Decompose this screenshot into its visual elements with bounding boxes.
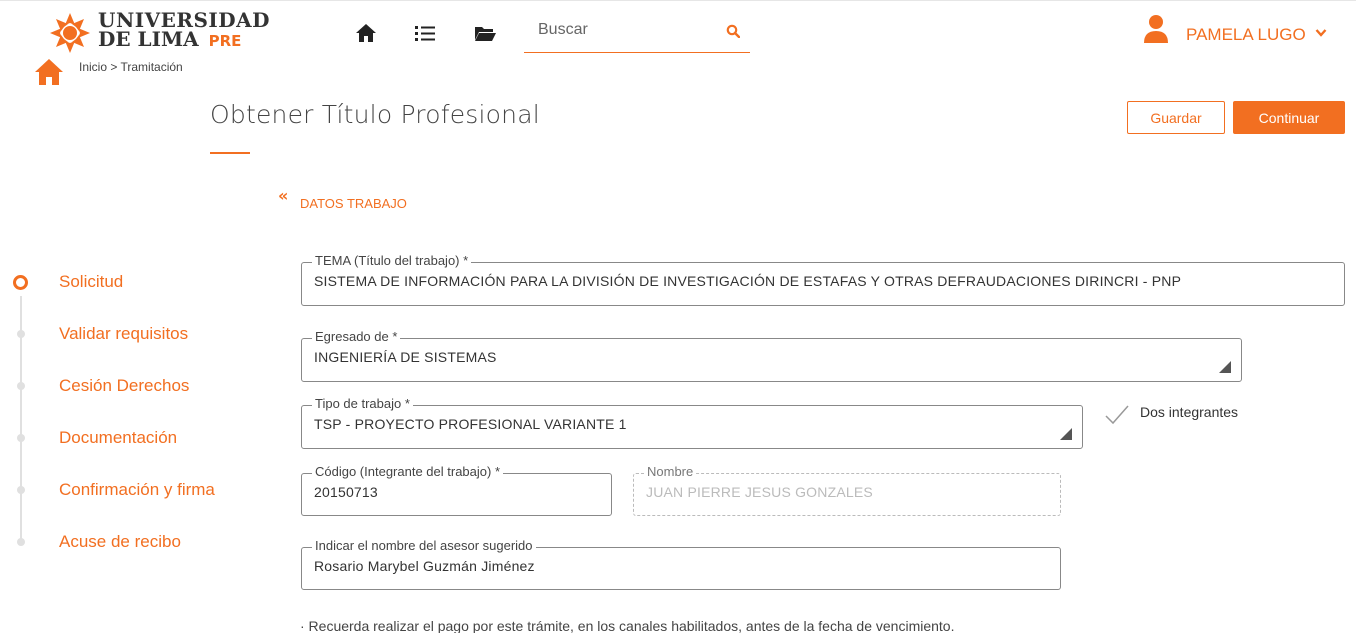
university-logo-icon[interactable]	[48, 11, 92, 55]
step-acuse[interactable]: Acuse de recibo	[0, 532, 260, 556]
step-dot-icon	[17, 434, 25, 442]
nombre-value: JUAN PIERRE JESUS GONZALES	[646, 484, 873, 500]
nombre-label: Nombre	[644, 464, 697, 479]
tema-label: TEMA (Título del trabajo) *	[312, 253, 472, 268]
user-icon[interactable]	[1142, 14, 1170, 44]
logo-text: UNIVERSIDAD DE LIMA PRE	[98, 10, 270, 51]
step-active-dot-icon	[13, 275, 28, 290]
home-icon[interactable]	[355, 23, 377, 43]
back-chevron-icon[interactable]: «	[278, 186, 288, 205]
step-solicitud[interactable]: Solicitud	[0, 272, 260, 296]
codigo-field[interactable]: Código (Integrante del trabajo) * 201507…	[301, 464, 612, 516]
continue-button[interactable]: Continuar	[1233, 101, 1345, 134]
page-title: Obtener Título Profesional	[210, 100, 540, 129]
step-dot-icon	[17, 330, 25, 338]
logo-line2: DE LIMA	[98, 27, 199, 51]
checkmark-icon[interactable]	[1104, 403, 1130, 427]
tipo-trabajo-label: Tipo de trabajo *	[312, 396, 413, 411]
tema-field[interactable]: TEMA (Título del trabajo) * SISTEMA DE I…	[301, 253, 1345, 306]
save-button[interactable]: Guardar	[1127, 101, 1225, 134]
codigo-label: Código (Integrante del trabajo) *	[312, 464, 504, 479]
dropdown-arrow-icon[interactable]	[1060, 428, 1072, 440]
step-documentacion[interactable]: Documentación	[0, 428, 260, 452]
payment-note: · Recuerda realizar el pago por este trá…	[300, 618, 955, 633]
search-input[interactable]	[538, 21, 728, 39]
dropdown-arrow-icon[interactable]	[1219, 361, 1231, 373]
step-validar-requisitos[interactable]: Validar requisitos	[0, 324, 260, 348]
top-bar: UNIVERSIDAD DE LIMAPRE PAMELA LUGO	[0, 0, 1356, 60]
step-label[interactable]: Confirmación y firma	[59, 480, 215, 500]
chevron-down-icon[interactable]	[1315, 28, 1327, 38]
egresado-select[interactable]: Egresado de * INGENIERÍA DE SISTEMAS	[301, 329, 1242, 382]
nombre-field: Nombre JUAN PIERRE JESUS GONZALES	[633, 464, 1061, 516]
asesor-label: Indicar el nombre del asesor sugerido	[312, 538, 536, 553]
step-confirmacion[interactable]: Confirmación y firma	[0, 480, 260, 504]
title-underline	[210, 152, 250, 154]
section-title: DATOS TRABAJO	[300, 196, 407, 211]
user-name[interactable]: PAMELA LUGO	[1186, 25, 1306, 45]
list-icon[interactable]	[414, 23, 436, 43]
step-dot-icon	[17, 538, 25, 546]
step-dot-icon	[17, 382, 25, 390]
home-icon[interactable]	[34, 58, 64, 86]
step-label[interactable]: Validar requisitos	[59, 324, 188, 344]
tipo-trabajo-value[interactable]: TSP - PROYECTO PROFESIONAL VARIANTE 1	[314, 416, 627, 432]
step-dot-icon	[17, 486, 25, 494]
asesor-value[interactable]: Rosario Marybel Guzmán Jiménez	[314, 558, 535, 574]
step-label[interactable]: Acuse de recibo	[59, 532, 181, 552]
step-label[interactable]: Cesión Derechos	[59, 376, 189, 396]
search-icon[interactable]	[726, 24, 740, 38]
step-cesion-derechos[interactable]: Cesión Derechos	[0, 376, 260, 400]
dos-integrantes-label[interactable]: Dos integrantes	[1140, 404, 1238, 420]
codigo-value[interactable]: 20150713	[314, 484, 378, 500]
step-label[interactable]: Solicitud	[59, 272, 123, 292]
step-label[interactable]: Documentación	[59, 428, 177, 448]
tema-value[interactable]: SISTEMA DE INFORMACIÓN PARA LA DIVISIÓN …	[314, 273, 1181, 289]
search-box[interactable]	[524, 15, 750, 53]
folder-icon[interactable]	[474, 23, 496, 43]
tipo-trabajo-select[interactable]: Tipo de trabajo * TSP - PROYECTO PROFESI…	[301, 396, 1083, 449]
breadcrumb-text[interactable]: Inicio > Tramitación	[79, 60, 183, 74]
egresado-label: Egresado de *	[312, 329, 401, 344]
egresado-value[interactable]: INGENIERÍA DE SISTEMAS	[314, 349, 497, 365]
asesor-field[interactable]: Indicar el nombre del asesor sugerido Ro…	[301, 538, 1061, 590]
logo-tag: PRE	[208, 32, 242, 50]
